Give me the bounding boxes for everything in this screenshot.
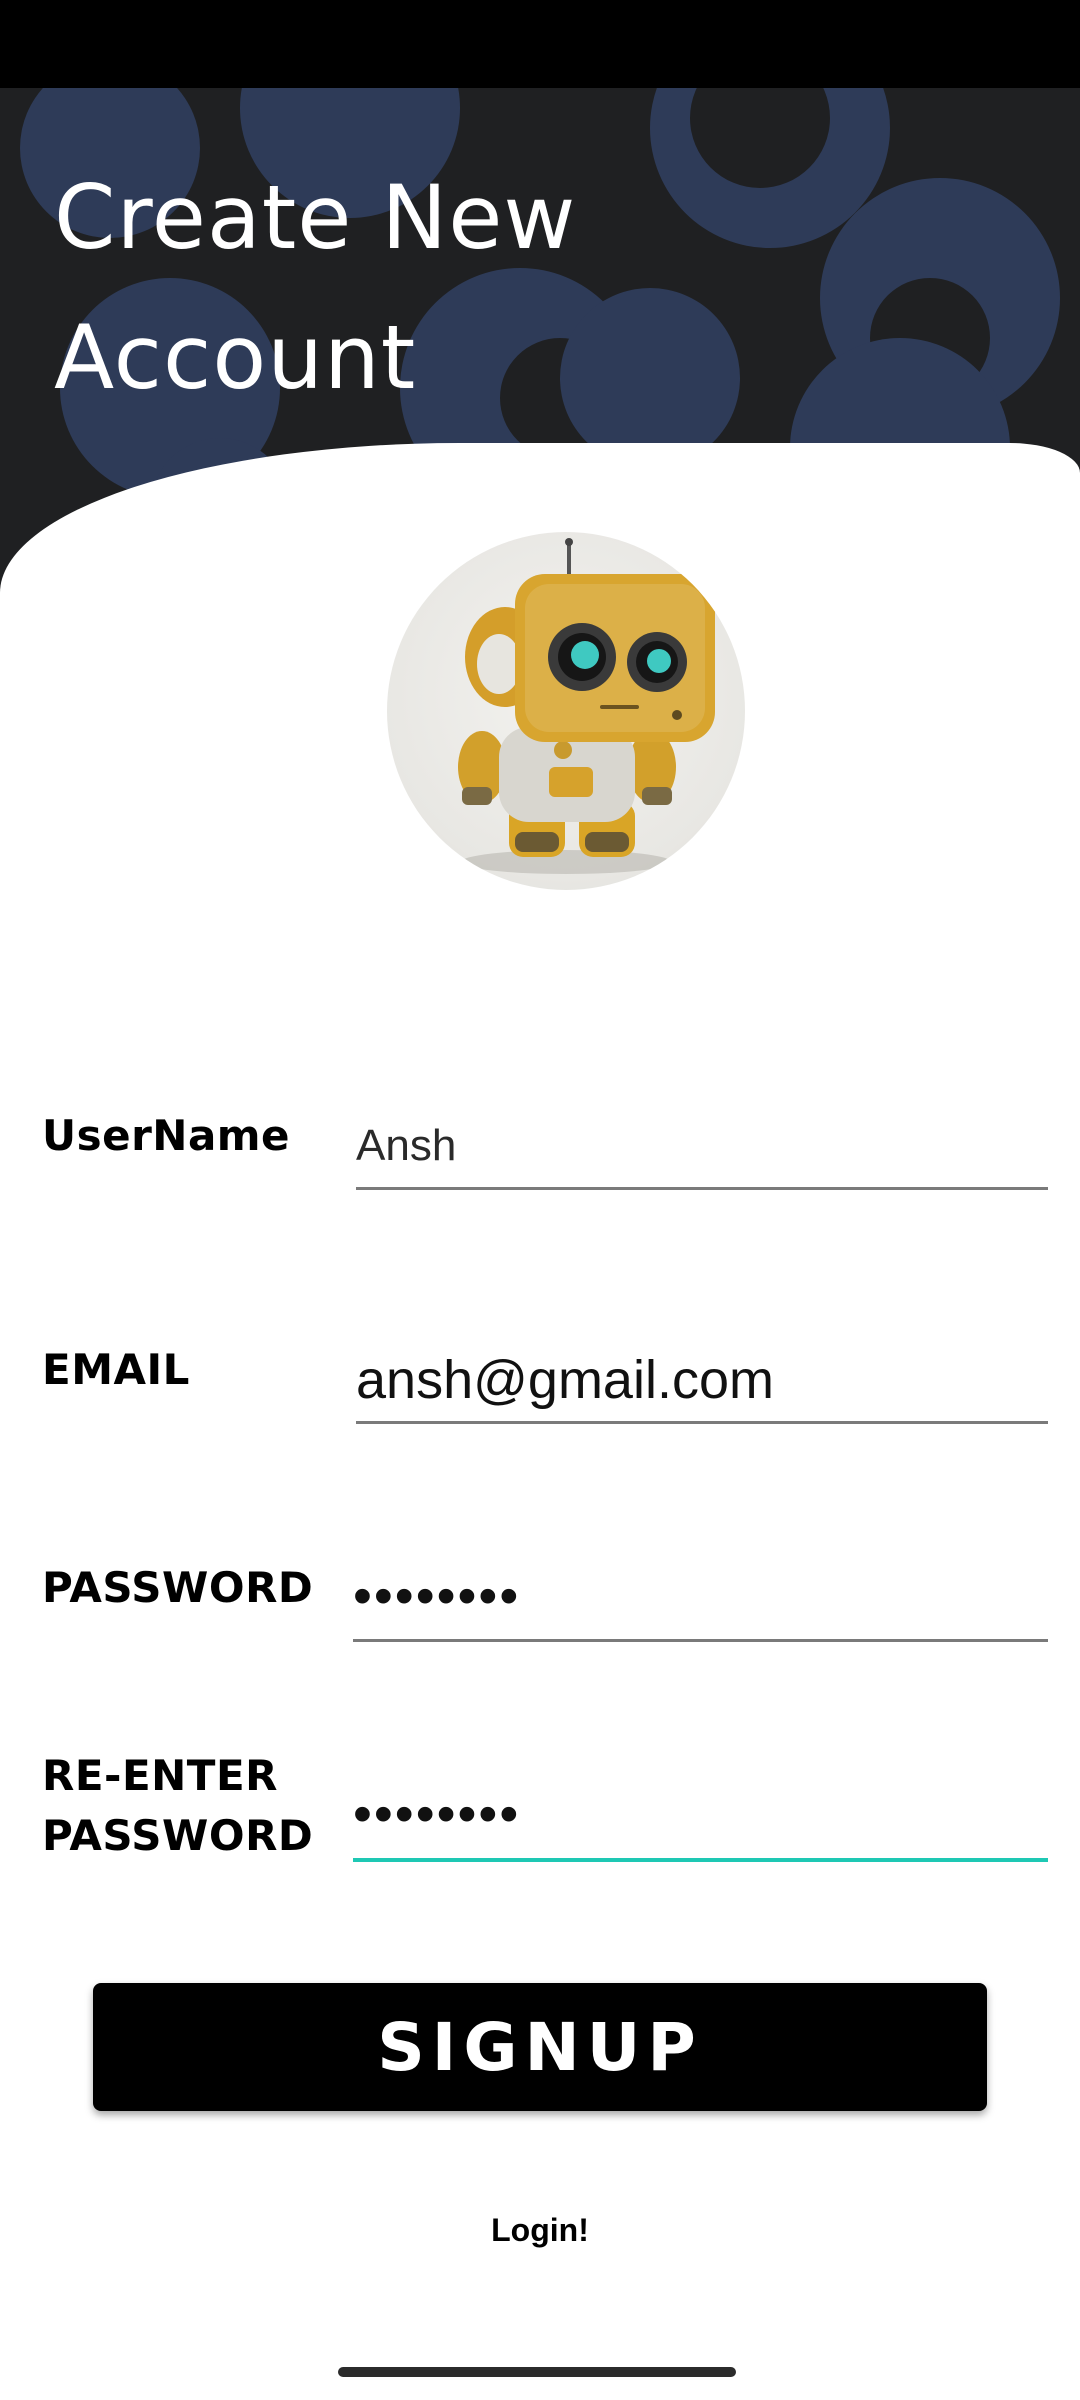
reenter-password-label-line1: RE-ENTER — [42, 1751, 278, 1800]
username-input[interactable] — [356, 1104, 1048, 1190]
reenter-password-label-line2: PASSWORD — [42, 1811, 314, 1860]
signup-button[interactable]: SIGNUP — [93, 1983, 987, 2111]
robot-icon — [458, 538, 715, 874]
username-label: UserName — [42, 1111, 291, 1160]
reenter-password-input[interactable] — [353, 1770, 1048, 1862]
reenter-password-label: RE-ENTER PASSWORD — [42, 1746, 313, 1866]
password-input[interactable] — [353, 1552, 1048, 1642]
home-indicator[interactable] — [338, 2367, 736, 2377]
profile-avatar[interactable] — [387, 532, 745, 890]
email-label: EMAIL — [42, 1345, 190, 1394]
password-label: PASSWORD — [42, 1563, 314, 1612]
status-bar — [0, 0, 1080, 88]
login-link[interactable]: Login! — [440, 2208, 640, 2252]
email-input[interactable] — [356, 1338, 1048, 1424]
page-title: Create New Account — [54, 166, 577, 409]
